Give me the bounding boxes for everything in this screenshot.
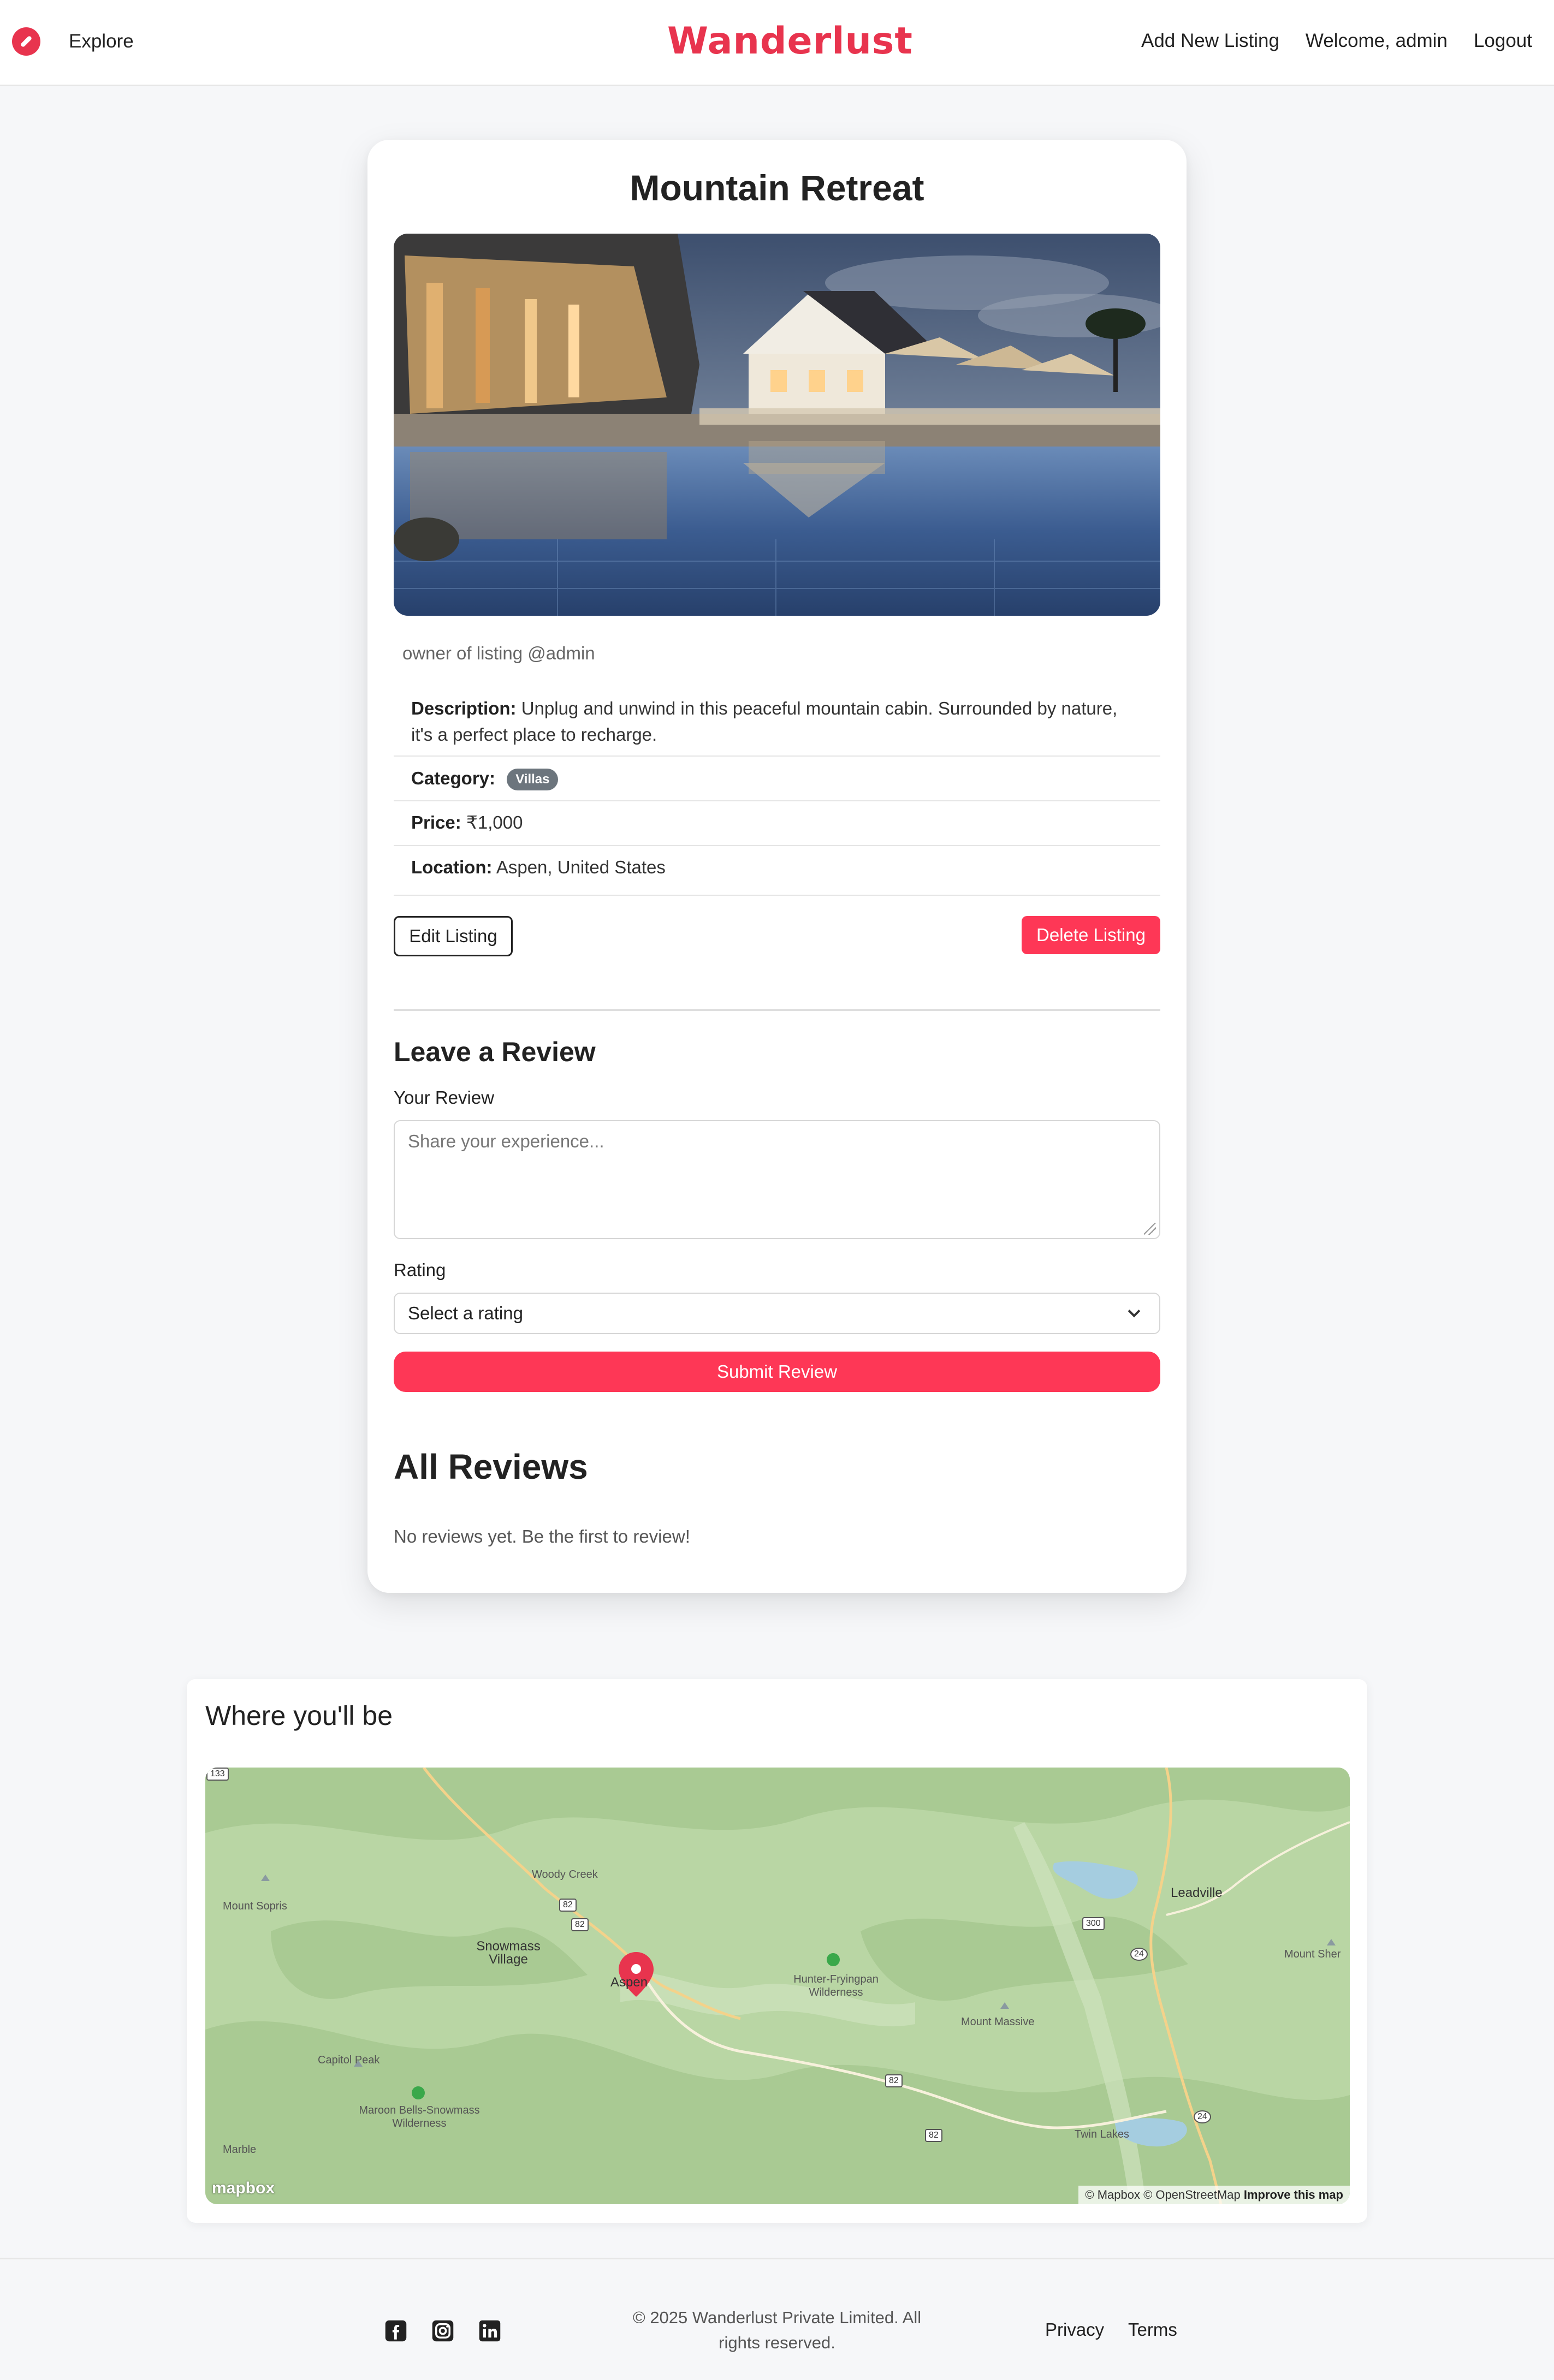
copyright-text: © 2025 Wanderlust Private Limited. All r… <box>632 2308 922 2352</box>
route-shield: 82 <box>885 2074 903 2087</box>
map-label-twin-lakes: Twin Lakes <box>1075 2128 1130 2140</box>
linkedin-icon[interactable] <box>478 2319 501 2342</box>
owner-text: owner of listing @admin <box>402 643 595 663</box>
route-shield: 24 <box>1130 1948 1148 1961</box>
all-reviews-heading: All Reviews <box>394 1447 588 1486</box>
welcome-text: Welcome, admin <box>1305 30 1448 51</box>
logout-link[interactable]: Logout <box>1474 30 1532 52</box>
description-text: Unplug and unwind in this peaceful mount… <box>411 698 1118 745</box>
no-reviews-text: No reviews yet. Be the first to review! <box>394 1526 690 1546</box>
divider <box>394 755 1160 757</box>
navbar: Explore Wanderlust Add New Listing Welco… <box>0 0 1554 86</box>
category-label: Category: <box>411 768 496 788</box>
route-shield: 82 <box>571 1918 589 1931</box>
footer: © 2025 Wanderlust Private Limited. All r… <box>0 2258 1554 2380</box>
divider <box>394 895 1160 896</box>
improve-map-link[interactable]: Improve this map <box>1244 2188 1343 2202</box>
price-label: Price: <box>411 812 461 832</box>
terms-link[interactable]: Terms <box>1128 2319 1177 2340</box>
listing-card: Mountain Retreat owner of listing @admin… <box>367 140 1187 1593</box>
map-label-snowmass-village: Snowmass Village <box>476 1939 541 1967</box>
map-label-maroon-bells: Maroon Bells-Snowmass Wilderness <box>359 2104 480 2129</box>
review-placeholder: Share your experience... <box>408 1131 604 1151</box>
nav-right: Add New Listing Welcome, admin Logout <box>1115 30 1532 52</box>
rating-label: Rating <box>394 1260 446 1280</box>
map-label-woody-creek: Woody Creek <box>532 1869 598 1881</box>
privacy-link[interactable]: Privacy <box>1045 2319 1104 2340</box>
route-shield: 82 <box>925 2129 942 2142</box>
edit-listing-button[interactable]: Edit Listing <box>394 916 513 956</box>
nav-explore-link[interactable]: Explore <box>12 27 134 56</box>
review-textarea[interactable]: Share your experience... <box>394 1120 1160 1239</box>
location-row: Location: Aspen, United States <box>394 854 1160 880</box>
facebook-icon[interactable] <box>384 2319 407 2342</box>
leave-review-heading: Leave a Review <box>394 1037 596 1067</box>
price-row: Price: ₹1,000 <box>394 810 1160 836</box>
divider <box>394 845 1160 846</box>
map-label-aspen: Aspen <box>610 1975 648 1990</box>
map-view[interactable]: Mount Sopris Woody Creek Snowmass Villag… <box>205 1768 1350 2204</box>
rating-selected-value: Select a rating <box>408 1303 523 1323</box>
brand-logo[interactable]: Wanderlust <box>667 20 912 63</box>
mapbox-logo[interactable]: mapbox <box>212 2179 275 2198</box>
map-attribution: © Mapbox © OpenStreetMap Improve this ma… <box>1078 2186 1350 2204</box>
submit-review-button[interactable]: Submit Review <box>394 1352 1160 1392</box>
map-label-capitol-peak: Capitol Peak <box>318 2054 380 2066</box>
rating-select[interactable]: Select a rating <box>394 1293 1160 1334</box>
route-shield: 82 <box>559 1899 577 1912</box>
chevron-down-icon <box>1128 1305 1141 1318</box>
listing-image <box>394 234 1160 616</box>
nav-explore-label: Explore <box>69 31 134 52</box>
map-label-mount-sopris: Mount Sopris <box>223 1900 287 1912</box>
divider <box>394 800 1160 801</box>
location-value: Aspen, United States <box>496 857 666 877</box>
add-new-listing-link[interactable]: Add New Listing <box>1141 30 1279 52</box>
review-label: Your Review <box>394 1087 495 1108</box>
map-label-mount-sherman: Mount Sher <box>1284 1948 1341 1960</box>
map-label-marble: Marble <box>223 2144 257 2156</box>
route-shield: 300 <box>1082 1917 1105 1930</box>
attribution-text[interactable]: © Mapbox © OpenStreetMap <box>1085 2188 1240 2202</box>
section-divider <box>394 1009 1160 1011</box>
map-label-mount-massive: Mount Massive <box>961 2016 1035 2028</box>
listing-title: Mountain Retreat <box>630 168 924 208</box>
category-row: Category: Villas <box>394 765 1160 792</box>
map-section: Where you'll be Mount Sopris Woody Creek… <box>187 1679 1367 2223</box>
instagram-icon[interactable] <box>431 2319 454 2342</box>
route-shield: 133 <box>206 1768 229 1781</box>
location-label: Location: <box>411 857 493 877</box>
route-shield: 24 <box>1194 2110 1211 2123</box>
category-badge: Villas <box>507 769 559 791</box>
compass-icon <box>12 27 40 56</box>
map-title: Where you'll be <box>205 1700 393 1731</box>
map-label-leadville: Leadville <box>1171 1885 1223 1900</box>
resize-handle-icon[interactable] <box>1144 1223 1156 1235</box>
description-label: Description: <box>411 698 517 718</box>
map-label-hunter-fryingpan: Hunter-Fryingpan Wilderness <box>793 1973 879 1998</box>
description-row: Description: Unplug and unwind in this p… <box>394 695 1160 748</box>
price-value: ₹1,000 <box>466 812 523 832</box>
delete-listing-button[interactable]: Delete Listing <box>1022 916 1160 954</box>
